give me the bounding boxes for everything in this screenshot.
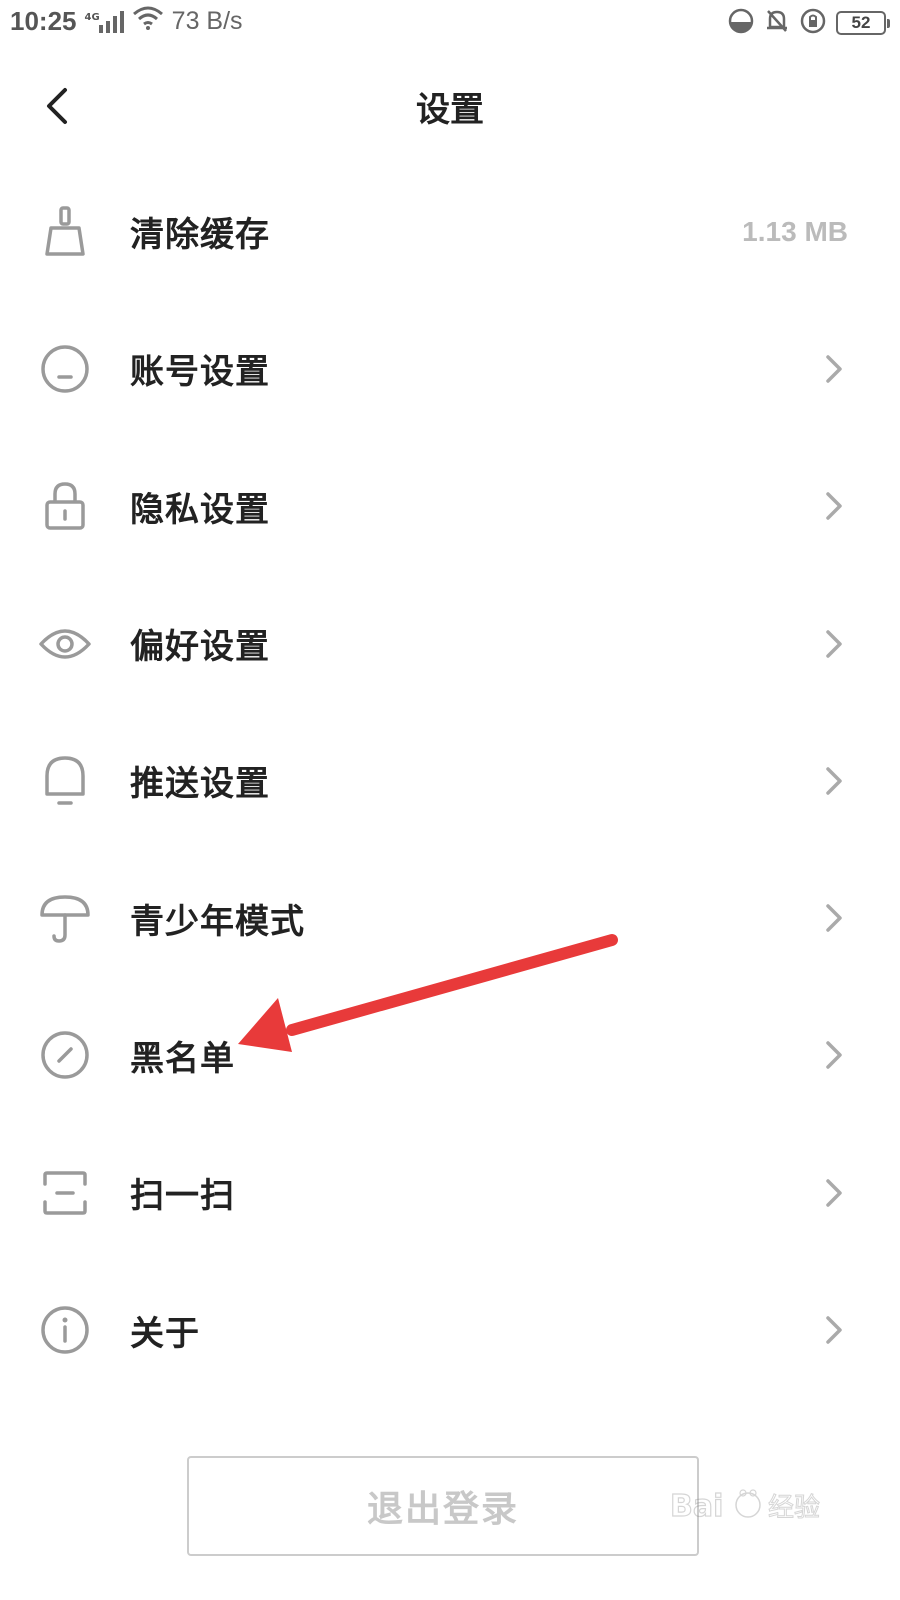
menu-item-preference-settings[interactable]: 偏好设置 [0,575,900,712]
chevron-right-icon [820,1177,848,1209]
watermark-logo: Bai [670,1489,723,1524]
menu-item-label: 扫一扫 [130,1176,235,1217]
battery-indicator: 52 [836,11,890,35]
menu-item-label: 清除缓存 [130,215,270,256]
umbrella-icon [38,891,92,945]
signal-icon: 4G [84,10,124,33]
menu-item-label: 关于 [130,1313,200,1354]
menu-item-label: 偏好设置 [130,627,270,668]
menu-item-blacklist[interactable]: 黑名单 [0,987,900,1124]
menu-item-push-settings[interactable]: 推送设置 [0,712,900,849]
chevron-right-icon [820,1314,848,1346]
chevron-right-icon [820,353,848,385]
menu-item-label: 推送设置 [130,764,270,805]
svg-text:经验: 经验 [768,1493,820,1523]
broom-icon [38,205,92,259]
network-type: 4G [84,11,100,23]
logout-label: 退出登录 [366,1489,519,1530]
cache-size: 1.13 MB [742,215,848,247]
logout-button[interactable]: 退出登录 [187,1456,699,1556]
watermark: Bai 经验 [664,1476,834,1556]
chevron-right-icon [820,1039,848,1071]
chevron-right-icon [820,765,848,797]
account-icon [38,342,92,396]
menu-item-about[interactable]: 关于 [0,1261,900,1398]
bell-icon [38,754,92,808]
mute-bell-icon [764,8,790,38]
status-left: 10:25 4G 73 B/s [10,6,243,37]
lock-icon [38,479,92,533]
status-right: 52 [728,8,890,38]
settings-menu: 清除缓存 1.13 MB 账号设置 隐私设置 偏好设置 推送设置 青少年模式 黑… [0,163,900,1399]
menu-item-teen-mode[interactable]: 青少年模式 [0,849,900,986]
menu-item-label: 黑名单 [130,1038,235,1079]
chevron-right-icon [820,628,848,660]
settings-screen: 10:25 4G 73 B/s 52 设置 清除缓存 1.13 MB 账号设置 … [0,0,900,1600]
wifi-icon [132,6,164,37]
menu-item-label: 隐私设置 [130,489,270,530]
info-icon [38,1303,92,1357]
block-icon [38,1028,92,1082]
status-time: 10:25 [10,6,77,36]
header: 设置 [0,60,900,150]
chevron-right-icon [820,902,848,934]
page-title: 设置 [416,90,484,130]
status-bar: 10:25 4G 73 B/s 52 [0,0,900,44]
eye-icon [38,617,92,671]
menu-item-clear-cache[interactable]: 清除缓存 1.13 MB [0,163,900,300]
menu-item-scan[interactable]: 扫一扫 [0,1124,900,1261]
rotation-lock-icon [800,8,826,38]
network-speed: 73 B/s [171,7,243,35]
menu-item-account-settings[interactable]: 账号设置 [0,300,900,437]
chevron-right-icon [820,490,848,522]
menu-item-label: 账号设置 [130,352,270,393]
menu-item-label: 青少年模式 [130,901,305,942]
scan-icon [38,1166,92,1220]
data-saver-icon [728,8,754,38]
menu-item-privacy-settings[interactable]: 隐私设置 [0,438,900,575]
